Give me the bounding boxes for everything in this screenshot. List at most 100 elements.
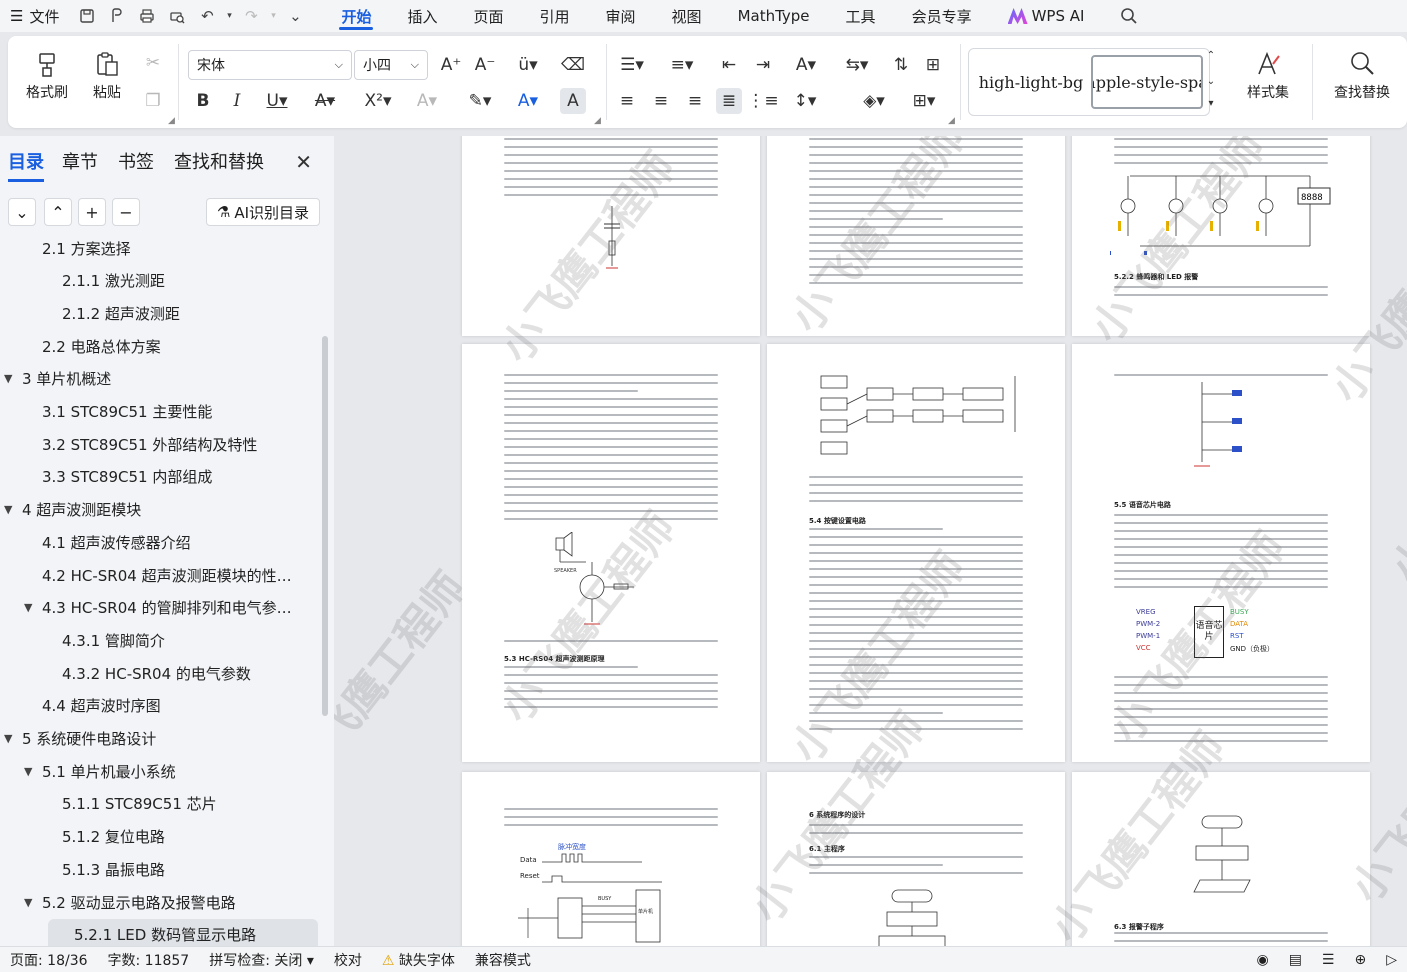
style-apple-style-span[interactable]: apple-style-spa	[1091, 55, 1203, 109]
style-scroll-up-icon[interactable]: ⌃	[1204, 46, 1218, 64]
undo-dropdown-icon[interactable]: ▾	[223, 3, 235, 29]
customize-toolbar-icon[interactable]: ⌄	[281, 3, 309, 29]
print-preview-icon[interactable]	[163, 3, 191, 29]
page-indicator[interactable]: 页面: 18/36	[0, 950, 98, 970]
tab-references[interactable]: 引用	[522, 0, 588, 32]
copy-icon[interactable]: ❐	[140, 88, 166, 114]
borders-icon[interactable]: ⊞▾	[906, 88, 942, 114]
increase-indent-icon[interactable]: ⇥	[750, 52, 776, 78]
strikethrough-icon[interactable]: A▾	[308, 88, 342, 114]
font-dialog-icon[interactable]: ◢	[594, 116, 601, 126]
shrink-font-icon[interactable]: A⁻	[472, 52, 498, 78]
numbering-icon[interactable]: ≡▾	[664, 52, 700, 78]
file-menu[interactable]: ☰ 文件	[0, 6, 73, 27]
align-right-icon[interactable]: ≡	[682, 88, 708, 114]
save-icon[interactable]	[73, 3, 101, 29]
page-thumbnail[interactable]	[767, 136, 1065, 336]
nav-tab-chapters[interactable]: 章节	[62, 148, 98, 174]
toc-item[interactable]: 4.3.2 HC-SR04 的电气参数	[0, 657, 322, 689]
justify-icon[interactable]: ≣	[716, 88, 742, 114]
expand-arrow-icon[interactable]: ▼	[4, 372, 22, 385]
toc-item[interactable]: 3.1 STC89C51 主要性能	[0, 396, 322, 428]
toc-scrollbar[interactable]	[322, 336, 328, 716]
search-icon[interactable]	[1102, 0, 1156, 32]
distributed-icon[interactable]: ⋮≡	[747, 88, 778, 114]
clipboard-dialog-icon[interactable]: ◢	[168, 116, 175, 126]
align-left-icon[interactable]: ≡	[614, 88, 640, 114]
font-color-icon[interactable]: A▾	[510, 88, 546, 114]
read-mode-icon[interactable]: ▷	[1376, 952, 1407, 968]
close-icon[interactable]: ✕	[295, 150, 312, 174]
superscript-icon[interactable]: X²▾	[360, 88, 396, 114]
nav-tab-find-replace[interactable]: 查找和替换	[174, 148, 264, 174]
toc-item[interactable]: 2.1.2 超声波测距	[0, 297, 322, 329]
tab-view[interactable]: 视图	[654, 0, 720, 32]
tab-tools[interactable]: 工具	[828, 0, 894, 32]
eye-protection-icon[interactable]: ◉	[1246, 952, 1278, 968]
page-thumbnail[interactable]: 6.3 报警子程序	[1072, 772, 1370, 946]
missing-font-button[interactable]: ⚠ 缺失字体	[372, 950, 465, 970]
cut-icon[interactable]: ✂	[140, 50, 166, 76]
toc-item[interactable]: ▼ 5.1 单片机最小系统	[0, 755, 322, 787]
toc-item[interactable]: 3.3 STC89C51 内部组成	[0, 461, 322, 493]
sort-icon[interactable]: ⇅	[888, 52, 914, 78]
toc-item[interactable]: 5.2.1 LED 数码管显示电路	[48, 918, 318, 946]
page-thumbnail[interactable]: 脉冲宽度 Data Reset BUSY 单片机	[462, 772, 760, 946]
tab-review[interactable]: 审阅	[588, 0, 654, 32]
tab-insert[interactable]: 插入	[389, 0, 455, 32]
chevron-up-icon[interactable]: ⌃	[44, 198, 72, 226]
ai-detect-toc-button[interactable]: ⚗ AI识别目录	[206, 198, 320, 226]
proofread-button[interactable]: 校对	[324, 950, 372, 970]
redo-icon[interactable]: ↷	[237, 3, 265, 29]
character-shading-icon[interactable]: A	[560, 88, 586, 114]
bullets-icon[interactable]: ☰▾	[614, 52, 650, 78]
toc-item[interactable]: 5.1.2 复位电路	[0, 821, 322, 853]
toc-item[interactable]: 5.1.3 晶振电路	[0, 853, 322, 885]
toc-item[interactable]: 2.1.1 激光测距	[0, 265, 322, 297]
document-area[interactable]: 8888 5.2.2 蜂鸣器和 LED 报警 SPEAKER 5.3 HC-RS…	[334, 136, 1407, 946]
page-thumbnail[interactable]: 5.4 按键设置电路	[767, 344, 1065, 762]
tab-wps-ai[interactable]: WPS AI	[990, 0, 1103, 32]
toc-item[interactable]: 2.1 方案选择	[0, 238, 322, 264]
style-scroll-down-icon[interactable]: ⌄	[1204, 72, 1218, 90]
toc-item[interactable]: ▼ 4 超声波测距模块	[0, 494, 322, 526]
bold-icon[interactable]: B	[190, 88, 216, 114]
text-direction-icon[interactable]: A▾	[788, 52, 824, 78]
style-high-light-bg[interactable]: high-light-bg	[977, 55, 1085, 109]
nav-tab-bookmarks[interactable]: 书签	[118, 148, 154, 174]
expand-arrow-icon[interactable]: ▼	[24, 765, 42, 778]
line-spacing-icon[interactable]: ↕▾	[788, 88, 822, 114]
toc-item[interactable]: ▼ 5 系统硬件电路设计	[0, 723, 322, 755]
expand-arrow-icon[interactable]: ▼	[24, 896, 42, 909]
italic-icon[interactable]: I	[224, 88, 250, 114]
toc-item[interactable]: ▼ 3 单片机概述	[0, 363, 322, 395]
paragraph-dialog-icon[interactable]: ◢	[948, 116, 955, 126]
outline-view-icon[interactable]: ☰	[1312, 952, 1345, 968]
grow-font-icon[interactable]: A⁺	[438, 52, 464, 78]
page-view-icon[interactable]: ▤	[1279, 952, 1312, 968]
remove-heading-icon[interactable]: −	[112, 198, 140, 226]
align-center-icon[interactable]: ≡	[648, 88, 674, 114]
tab-mathtype[interactable]: MathType	[720, 0, 828, 32]
phonetic-guide-icon[interactable]: ü▾	[510, 52, 546, 78]
show-marks-icon[interactable]: ⊞	[920, 52, 946, 78]
export-pdf-icon[interactable]	[103, 3, 131, 29]
print-icon[interactable]	[133, 3, 161, 29]
toc-item[interactable]: 2.2 电路总体方案	[0, 330, 322, 362]
font-name-select[interactable]: 宋体 ⌵	[188, 50, 352, 80]
style-expand-icon[interactable]: ▾	[1204, 94, 1218, 112]
expand-arrow-icon[interactable]: ▼	[4, 732, 22, 745]
add-heading-icon[interactable]: +	[78, 198, 106, 226]
paste-button[interactable]: 粘贴	[76, 46, 138, 102]
toc-item[interactable]: 3.2 STC89C51 外部结构及特性	[0, 428, 322, 460]
undo-icon[interactable]: ↶	[193, 3, 221, 29]
font-size-select[interactable]: 小四 ⌵	[354, 50, 428, 80]
style-set-button[interactable]: 样式集	[1230, 46, 1306, 102]
expand-arrow-icon[interactable]: ▼	[24, 601, 42, 614]
tab-home[interactable]: 开始	[323, 0, 389, 32]
page-thumbnail[interactable]: 6 系统程序的设计 6.1 主程序	[767, 772, 1065, 946]
chevron-down-icon[interactable]: ⌄	[8, 198, 36, 226]
toc-item[interactable]: 5.1.1 STC89C51 芯片	[0, 788, 322, 820]
redo-dropdown-icon[interactable]: ▾	[267, 3, 279, 29]
toc-item[interactable]: 4.1 超声波传感器介绍	[0, 526, 322, 558]
